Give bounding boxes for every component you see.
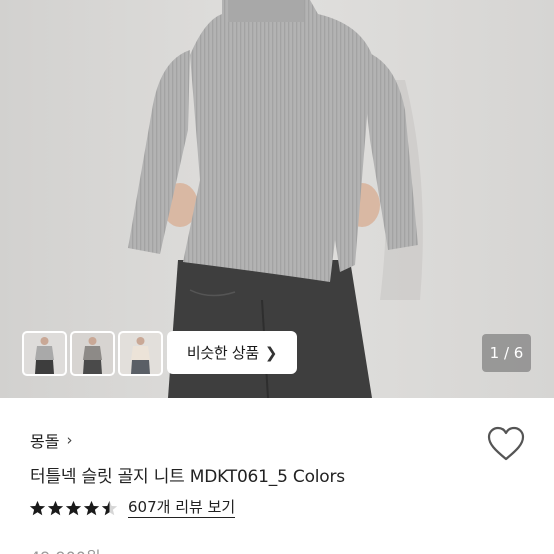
star-rating xyxy=(29,500,118,517)
star-icon xyxy=(65,500,82,515)
product-price: 49,900원 xyxy=(30,544,101,554)
thumbnail-strip xyxy=(22,331,163,376)
review-link[interactable]: 607개 리뷰 보기 xyxy=(128,498,236,518)
star-icon xyxy=(83,500,100,515)
heart-outline-icon xyxy=(487,426,525,461)
star-icon xyxy=(29,500,46,515)
chevron-right-icon: ❯ xyxy=(264,343,278,362)
image-page-indicator: 1 / 6 xyxy=(482,334,531,372)
wishlist-button[interactable] xyxy=(487,426,525,462)
chevron-right-icon: › xyxy=(66,431,73,449)
product-title: 터틀넥 슬릿 골지 니트 MDKT061_5 Colors xyxy=(30,467,345,487)
store-link[interactable]: 몽돌 › xyxy=(30,428,72,452)
similar-products-label: 비슷한 상품 xyxy=(186,344,259,362)
store-name: 몽돌 xyxy=(30,432,60,451)
thumbnail-2[interactable] xyxy=(70,331,115,376)
thumbnail-3[interactable] xyxy=(118,331,163,376)
similar-products-button[interactable]: 비슷한 상품 ❯ xyxy=(167,331,297,374)
rating-row: 607개 리뷰 보기 xyxy=(29,498,236,518)
star-icon xyxy=(47,500,64,515)
thumbnail-1[interactable] xyxy=(22,331,67,376)
star-half-icon xyxy=(101,500,118,515)
